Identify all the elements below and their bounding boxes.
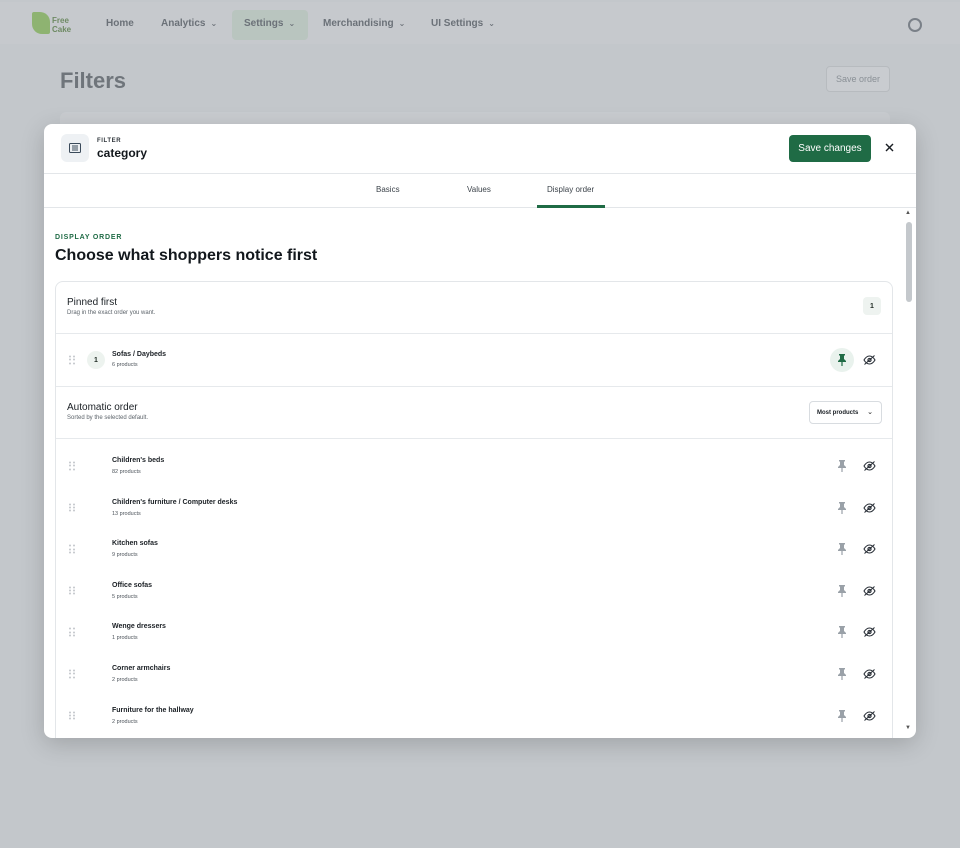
section-headline: Choose what shoppers notice first (55, 247, 318, 264)
scrollbar-thumb[interactable] (906, 222, 912, 302)
automatic-subtitle: Sorted by the selected default. (67, 415, 149, 421)
row-name: Children's furniture / Computer desks (112, 498, 238, 506)
save-order-button[interactable]: Save order (826, 66, 890, 92)
top-navigation: Free Cake Home Analytics ⌄ Settings ⌄ Merc… (0, 2, 960, 44)
row-name: Corner armchairs (112, 665, 171, 672)
list-item[interactable]: Corner armchairs 2 products (56, 653, 892, 695)
pin-icon[interactable] (830, 579, 854, 603)
drag-handle-icon[interactable] (69, 586, 75, 595)
pin-icon[interactable] (830, 704, 854, 728)
hide-icon[interactable] (862, 584, 876, 598)
tab-basics[interactable]: Basics (376, 185, 400, 194)
hide-icon[interactable] (862, 625, 876, 639)
pin-icon[interactable] (830, 348, 854, 372)
filter-modal: FILTER category Save changes Basics Valu… (44, 124, 916, 738)
automatic-title: Automatic order (67, 402, 138, 413)
chevron-down-icon: ⌄ (867, 409, 873, 416)
nav-analytics[interactable]: Analytics ⌄ (161, 18, 217, 29)
row-name: Children's beds (112, 457, 165, 464)
pinned-count-badge: 1 (863, 297, 881, 315)
row-name: Wenge dressers (112, 623, 166, 631)
pinned-section-header: Pinned first Drag in the exact order you… (56, 282, 892, 334)
row-count: 13 products (112, 510, 141, 517)
scroll-up-icon[interactable]: ▲ (905, 210, 911, 216)
brand-logo[interactable]: Free Cake (32, 12, 72, 38)
pin-icon[interactable] (830, 537, 854, 561)
drag-handle-icon[interactable] (69, 711, 75, 720)
pinned-row[interactable]: 1 Sofas / Daybeds 6 products (56, 334, 892, 387)
pinned-subtitle: Drag in the exact order you want. (67, 310, 156, 316)
list-item[interactable]: Office sofas 5 products (56, 570, 892, 612)
list-icon (61, 134, 89, 162)
drag-handle-icon[interactable] (69, 503, 75, 512)
pin-icon[interactable] (830, 620, 854, 644)
modal-header: FILTER category Save changes (44, 124, 916, 174)
modal-title: category (97, 146, 148, 160)
row-name: Office sofas (112, 581, 153, 589)
row-count: 82 products (112, 469, 141, 475)
close-icon[interactable] (882, 140, 896, 154)
row-name: Sofas / Daybeds (112, 351, 167, 358)
pin-icon[interactable] (830, 662, 854, 686)
hide-icon[interactable] (862, 667, 876, 681)
drag-handle-icon[interactable] (69, 461, 75, 471)
chevron-down-icon: ⌄ (288, 19, 296, 28)
row-name: Furniture for the hallway (112, 706, 194, 714)
globe-icon[interactable] (908, 18, 922, 32)
row-count: 5 products (112, 593, 138, 600)
hide-icon[interactable] (862, 353, 876, 367)
list-item[interactable]: Furniture for the hallway 2 products (56, 695, 892, 737)
nav-settings[interactable]: Settings ⌄ (244, 18, 295, 29)
drag-handle-icon[interactable] (69, 544, 75, 554)
modal-kicker: FILTER (97, 138, 122, 144)
drag-handle-icon[interactable] (69, 669, 75, 679)
hide-icon[interactable] (862, 542, 876, 556)
hide-icon[interactable] (862, 459, 876, 473)
tab-display-order[interactable]: Display order (547, 185, 594, 194)
modal-tabs: Basics Values Display order (44, 174, 916, 208)
chevron-down-icon: ⌄ (488, 19, 495, 28)
pinned-title: Pinned first (67, 297, 118, 308)
drag-handle-icon[interactable] (69, 355, 75, 365)
nav-merchandising[interactable]: Merchandising ⌄ (323, 18, 405, 29)
logo-text: Free Cake (52, 16, 72, 34)
row-count: 6 products (112, 362, 138, 368)
chevron-down-icon: ⌄ (210, 19, 218, 28)
row-name: Kitchen sofas (112, 540, 158, 548)
row-count: 2 products (112, 677, 138, 683)
hide-icon[interactable] (862, 709, 876, 723)
nav-ui-settings[interactable]: UI Settings ⌄ (431, 18, 495, 29)
row-count: 2 products (112, 718, 138, 725)
row-count: 1 products (112, 635, 138, 642)
pin-icon[interactable] (830, 496, 854, 520)
display-order-panel: Pinned first Drag in the exact order you… (55, 281, 893, 738)
list-item[interactable]: Wenge dressers 1 products (56, 611, 892, 653)
chevron-down-icon: ⌄ (398, 19, 406, 28)
nav-home[interactable]: Home (106, 18, 134, 29)
page-title: Filters (60, 68, 127, 93)
position-badge: 1 (87, 351, 105, 369)
row-count: 9 products (112, 552, 138, 559)
section-kicker: DISPLAY ORDER (55, 234, 123, 241)
tab-values[interactable]: Values (467, 185, 491, 194)
drag-handle-icon[interactable] (69, 627, 75, 637)
save-changes-button[interactable]: Save changes (789, 135, 871, 162)
sort-select[interactable]: Most products ⌄ (809, 401, 882, 424)
leaf-logo-icon (32, 12, 50, 34)
scroll-down-icon[interactable]: ▼ (905, 725, 911, 731)
hide-icon[interactable] (862, 501, 876, 515)
pin-icon[interactable] (830, 454, 854, 478)
list-item[interactable]: Children's furniture / Computer desks 13… (56, 487, 892, 529)
list-item[interactable]: Children's beds 82 products (56, 445, 892, 487)
list-item[interactable]: Kitchen sofas 9 products (56, 528, 892, 570)
automatic-section-header: Automatic order Sorted by the selected d… (56, 387, 892, 439)
active-tab-indicator (537, 205, 605, 208)
